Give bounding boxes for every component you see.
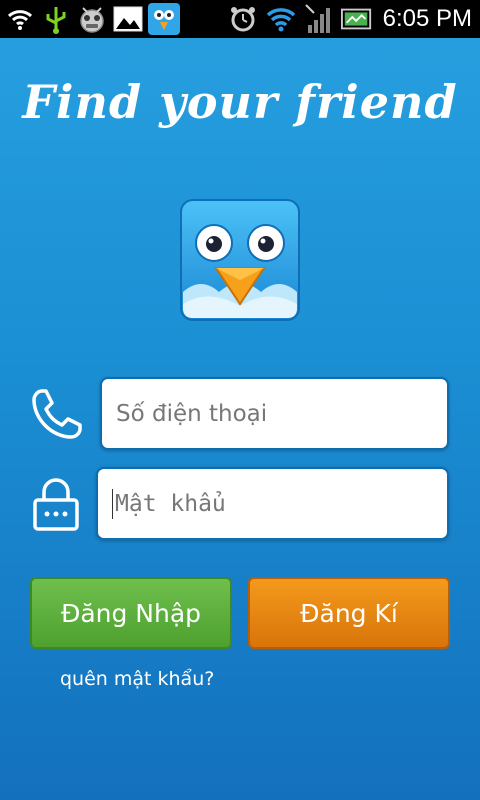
wifi-signal-icon bbox=[265, 3, 297, 35]
phone-number-placeholder: Số điện thoại bbox=[116, 400, 268, 427]
register-button[interactable]: Đăng Kí bbox=[248, 577, 450, 649]
password-field[interactable]: Mật khẩu bbox=[96, 467, 449, 540]
battery-icon bbox=[340, 3, 373, 35]
text-cursor bbox=[112, 488, 113, 519]
usb-icon bbox=[40, 3, 72, 35]
cellular-signal-icon bbox=[303, 3, 335, 35]
status-bar: 6:05 PM bbox=[0, 0, 480, 38]
app-notification-icon bbox=[148, 3, 180, 35]
app-headline: Find your friend bbox=[22, 75, 458, 129]
password-placeholder: Mật khẩu bbox=[115, 490, 226, 517]
lock-icon bbox=[32, 476, 80, 536]
login-button-label: Đăng Nhập bbox=[60, 598, 202, 628]
phone-number-field[interactable]: Số điện thoại bbox=[100, 377, 449, 450]
status-bar-system: 6:05 PM bbox=[227, 3, 472, 35]
phone-icon bbox=[28, 385, 86, 447]
forgot-password-link[interactable]: quên mật khẩu? bbox=[60, 668, 214, 690]
login-button[interactable]: Đăng Nhập bbox=[30, 577, 232, 649]
status-bar-notifications bbox=[4, 3, 180, 35]
image-icon bbox=[112, 3, 144, 35]
alarm-icon bbox=[227, 3, 259, 35]
register-button-label: Đăng Kí bbox=[300, 598, 398, 628]
bug-icon bbox=[76, 3, 108, 35]
wifi-icon bbox=[4, 3, 36, 35]
app-logo bbox=[179, 198, 301, 322]
clock: 6:05 PM bbox=[382, 5, 472, 32]
